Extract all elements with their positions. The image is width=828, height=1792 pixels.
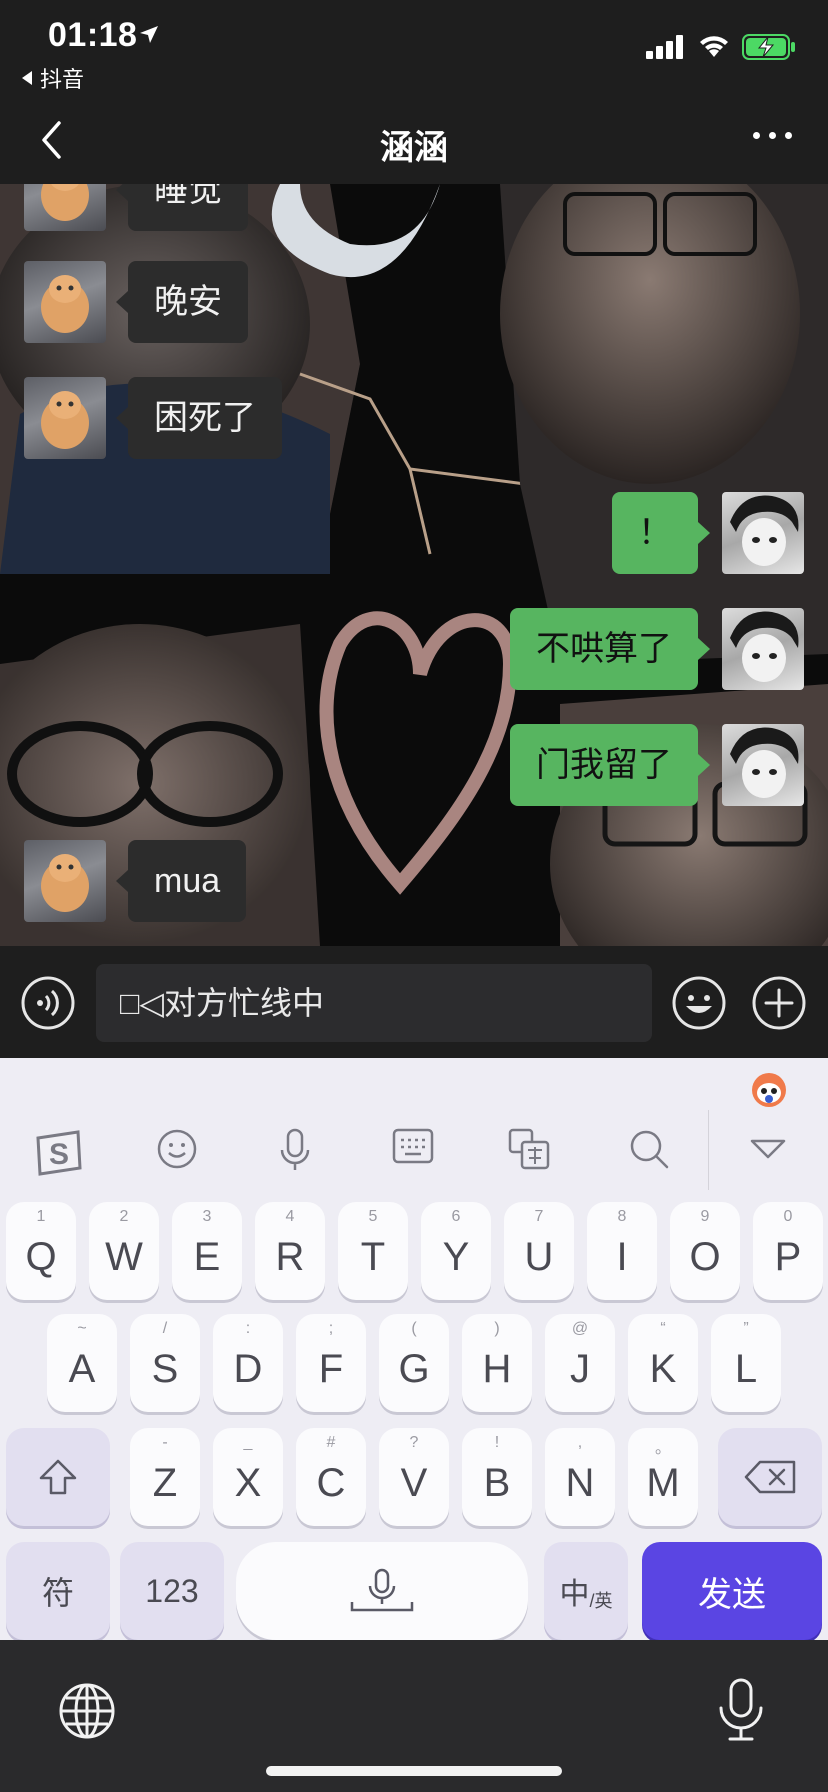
key-i[interactable]: 8I xyxy=(587,1202,657,1300)
message-outgoing[interactable]: 不哄算了 xyxy=(510,608,804,690)
key-h[interactable]: ) H xyxy=(462,1314,532,1412)
emoji-panel-icon[interactable] xyxy=(156,1128,198,1170)
sogou-logo-icon[interactable]: S xyxy=(32,1128,86,1178)
space-mic-icon xyxy=(350,1568,414,1612)
key-o[interactable]: 9O xyxy=(670,1202,740,1300)
key-e[interactable]: 3E xyxy=(172,1202,242,1300)
key-j[interactable]: @ J xyxy=(545,1314,615,1412)
key-y[interactable]: 6Y xyxy=(421,1202,491,1300)
numbers-key[interactable]: 123 xyxy=(120,1542,224,1640)
key-b[interactable]: ! B xyxy=(462,1428,532,1526)
message-bubble[interactable]: 不哄算了 xyxy=(510,608,710,690)
back-to-app-link[interactable]: 抖音 xyxy=(20,62,84,94)
chat-title: 涵涵 xyxy=(380,129,448,167)
key-p[interactable]: 0P xyxy=(753,1202,823,1300)
message-bubble[interactable]: 门我留了 xyxy=(510,724,710,806)
keyboard-switch-icon[interactable] xyxy=(392,1128,434,1164)
key-s[interactable]: / S xyxy=(130,1314,200,1412)
message-incoming[interactable]: mua xyxy=(24,840,247,922)
my-avatar[interactable] xyxy=(722,724,804,806)
mascot-icon[interactable] xyxy=(748,1068,790,1108)
message-bubble[interactable]: 困死了 xyxy=(116,377,282,459)
system-bottom-bar xyxy=(0,1640,828,1792)
voice-typing-icon[interactable] xyxy=(278,1128,312,1172)
chat-area[interactable]: 睡觉 晚安 困死了 ！ 不哄算了 门我留了 mua xyxy=(0,184,828,946)
key-r[interactable]: 4R xyxy=(255,1202,325,1300)
backspace-key[interactable] xyxy=(718,1428,822,1526)
message-bubble[interactable]: 睡觉 xyxy=(116,184,248,231)
more-options-icon[interactable] xyxy=(753,132,792,139)
message-bubble[interactable]: 晚安 xyxy=(116,261,248,343)
shift-arrow-icon xyxy=(39,1459,77,1495)
space-key[interactable] xyxy=(236,1542,528,1640)
back-app-label: 抖音 xyxy=(40,67,85,92)
key-v[interactable]: ? V xyxy=(379,1428,449,1526)
wifi-icon xyxy=(700,36,728,57)
key-n[interactable]: ,N xyxy=(545,1428,615,1526)
more-dot xyxy=(769,132,776,139)
contact-avatar[interactable] xyxy=(24,261,106,343)
toolbar-divider xyxy=(708,1110,709,1190)
message-incoming[interactable]: 睡觉 xyxy=(24,184,248,231)
translate-icon[interactable] xyxy=(508,1128,552,1170)
key-x[interactable]: _ X xyxy=(213,1428,283,1526)
search-icon[interactable] xyxy=(628,1128,670,1170)
location-arrow-icon xyxy=(140,26,158,43)
contact-avatar[interactable] xyxy=(24,840,106,922)
symbols-key[interactable]: 符 xyxy=(6,1542,110,1640)
message-bubble[interactable]: mua xyxy=(115,840,247,922)
keyboard: S 1Q 2W 3E 4R 5T 6Y 7 U 8 I 9 O 0 P ~ A … xyxy=(0,1058,828,1640)
shift-key[interactable] xyxy=(6,1428,110,1526)
emoji-icon[interactable] xyxy=(672,976,726,1030)
my-avatar[interactable] xyxy=(722,608,804,690)
message-bubble[interactable]: ！ xyxy=(612,492,710,574)
key-a[interactable]: ~ A xyxy=(47,1314,117,1412)
key-u[interactable]: 7U xyxy=(504,1202,574,1300)
backspace-icon xyxy=(744,1460,796,1494)
key-m[interactable]: 。 M xyxy=(628,1428,698,1526)
send-key[interactable]: 发送 xyxy=(642,1542,822,1640)
back-triangle-icon xyxy=(22,71,32,85)
top-bar: 01:18 抖音 涵涵 xyxy=(0,0,828,184)
key-g[interactable]: (G xyxy=(379,1314,449,1412)
battery-charging-icon xyxy=(742,34,795,60)
message-incoming[interactable]: 困死了 xyxy=(24,377,282,459)
language-key[interactable]: 中/英 xyxy=(544,1542,628,1640)
key-l[interactable]: ” L xyxy=(711,1314,781,1412)
key-t[interactable]: 5T xyxy=(338,1202,408,1300)
more-plus-icon[interactable] xyxy=(752,976,806,1030)
dictation-mic-icon[interactable] xyxy=(716,1678,766,1742)
key-f[interactable]: ; F xyxy=(296,1314,366,1412)
globe-icon[interactable] xyxy=(58,1682,116,1740)
key-q[interactable]: 1Q xyxy=(6,1202,76,1300)
voice-input-icon[interactable] xyxy=(21,976,75,1030)
message-input[interactable]: □◁对方忙线中 xyxy=(96,964,652,1042)
contact-avatar[interactable] xyxy=(24,184,106,231)
more-dot xyxy=(753,132,760,139)
status-time: 01:18 xyxy=(48,16,138,54)
key-c[interactable]: # C xyxy=(296,1428,366,1526)
message-incoming[interactable]: 晚安 xyxy=(24,261,248,343)
home-indicator[interactable] xyxy=(266,1766,562,1776)
key-k[interactable]: “K xyxy=(628,1314,698,1412)
signal-icon xyxy=(646,35,683,59)
contact-avatar[interactable] xyxy=(24,377,106,459)
status-icons xyxy=(646,34,796,60)
input-bar: □◁对方忙线中 xyxy=(0,946,828,1058)
key-d[interactable]: :D xyxy=(213,1314,283,1412)
svg-text:S: S xyxy=(49,1138,69,1171)
more-dot xyxy=(785,132,792,139)
collapse-keyboard-icon[interactable] xyxy=(750,1138,786,1160)
my-avatar[interactable] xyxy=(722,492,804,574)
message-outgoing[interactable]: 门我留了 xyxy=(510,724,804,806)
keyboard-toolbar: S xyxy=(0,1058,828,1190)
key-w[interactable]: 2W xyxy=(89,1202,159,1300)
key-z[interactable]: -Z xyxy=(130,1428,200,1526)
message-outgoing[interactable]: ！ xyxy=(612,492,804,574)
